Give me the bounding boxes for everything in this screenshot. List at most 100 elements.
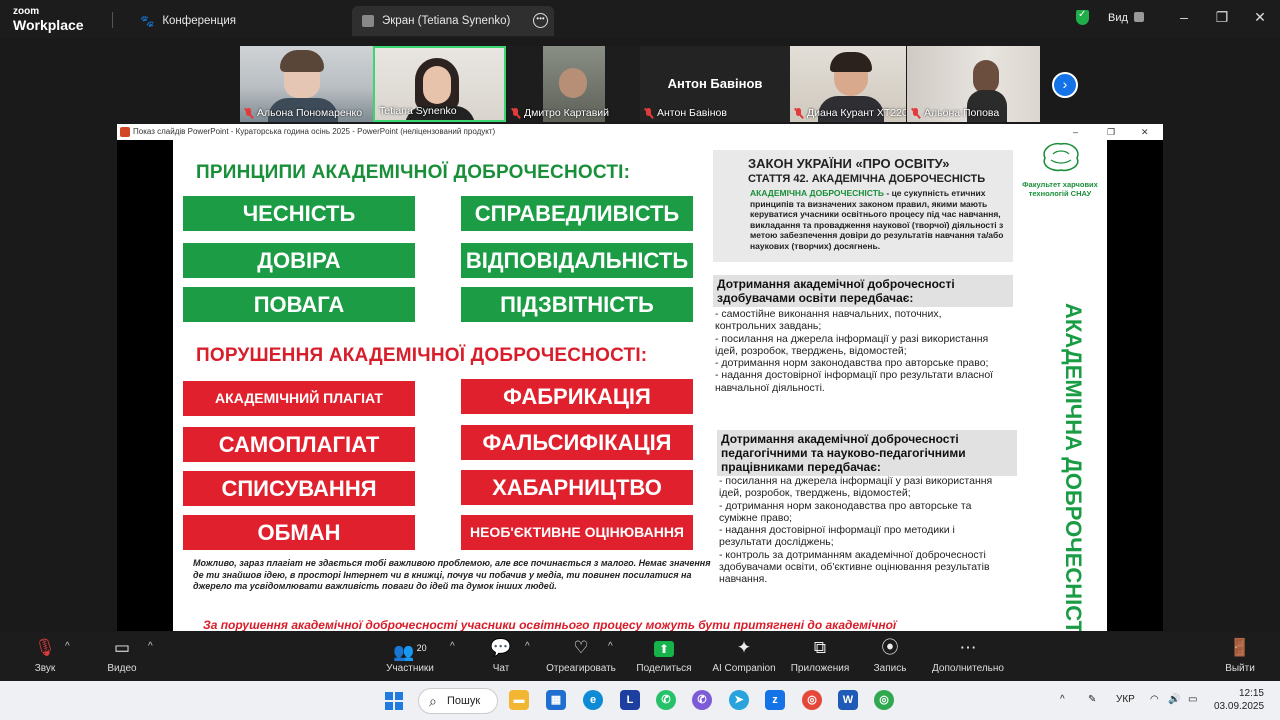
security-shield-icon[interactable] [1076,9,1089,25]
participant-name: Tetiana Synenko [379,105,457,117]
zoom-app-icon[interactable]: z [765,690,785,710]
list-item: - посилання на джерела інформації у разі… [715,332,989,357]
restore-icon[interactable]: ❐ [1107,124,1115,140]
pen-icon[interactable]: ✎ [1088,694,1096,705]
participant-tile-active-speaker[interactable]: Tetiana Synenko [373,46,506,122]
principle-box: ЧЕСНІСТЬ [183,196,415,231]
volume-icon[interactable]: 🔊 [1168,694,1180,705]
slide: ПРИНЦИПИ АКАДЕМІЧНОЇ ДОБРОЧЕСНОСТІ: ЧЕСН… [173,140,1107,631]
principles-title: ПРИНЦИПИ АКАДЕМІЧНОЇ ДОБРОЧЕСНОСТІ: [196,162,631,183]
participant-tile[interactable]: Альона Попова [907,46,1040,122]
mic-muted-icon: 🎙 [34,638,56,657]
law-title: ЗАКОН УКРАЇНИ «ПРО ОСВІТУ» [748,156,950,171]
audio-button[interactable]: 🎙 Звук [28,637,62,674]
participant-name: Диана Курант ХТ2201... [794,107,906,119]
participant-name: Альона Попова [911,107,999,119]
divider [112,12,113,28]
participant-tile[interactable]: Дмитро Картавий [507,46,640,122]
chat-icon: 💬 [490,638,512,657]
violation-box: НЕОБ'ЄКТИВНЕ ОЦІНЮВАННЯ [461,515,693,550]
app-l-icon[interactable]: L [620,690,640,710]
chrome-icon[interactable]: ◎ [802,690,822,710]
wifi-icon[interactable]: ◠ [1150,694,1159,705]
edge-icon[interactable]: e [583,690,603,710]
language-indicator[interactable]: УКР [1116,694,1135,705]
share-button[interactable]: ⬆ Поделиться [634,637,694,674]
taskbar-search[interactable]: Пошук [418,688,498,714]
record-button[interactable]: ⦿ Запись [870,637,910,674]
file-explorer-icon[interactable]: ▬ [509,690,529,710]
violation-box: СПИСУВАННЯ [183,471,415,506]
record-icon: ⦿ [881,638,899,657]
participant-tile[interactable]: Альона Пономаренко [240,46,373,122]
leave-icon: 🚪 [1229,638,1251,657]
chevron-up-icon[interactable]: ^ [148,641,153,652]
slide-note: Можливо, зараз плагіат не здається тобі … [193,558,711,591]
apps-button[interactable]: ⧉ Приложения [788,637,852,674]
chevron-up-icon[interactable]: ^ [450,641,455,652]
violations-title: ПОРУШЕННЯ АКАДЕМІЧНОЇ ДОБРОЧЕСНОСТІ: [196,345,648,366]
video-button[interactable]: ▭ Видео [102,637,142,674]
list-item: - контроль за дотриманням академічної до… [719,548,990,586]
participant-tile[interactable]: Диана Курант ХТ2201... [790,46,906,122]
telegram-icon[interactable]: ➤ [729,690,749,710]
violation-box: АКАДЕМІЧНИЙ ПЛАГІАТ [183,381,415,416]
more-options-icon[interactable]: ••• [533,13,548,28]
whatsapp-icon[interactable]: ✆ [656,690,676,710]
tab-conference[interactable]: 🐾 Конференция [140,6,236,36]
sparkle-icon: ✦ [736,638,752,657]
list-item: - посилання на джерела інформації у разі… [719,475,993,500]
principle-box: ДОВІРА [183,243,415,278]
participant-tile[interactable]: Антон Бавінов Антон Бавінов [640,46,790,122]
participant-name: Дмитро Картавий [511,107,609,119]
tab-screen-share[interactable]: Экран (Tetiana Synenko) ••• [352,6,554,36]
vertical-title: АКАДЕМІЧНА ДОБРОЧЕСНІСТЬ [1061,303,1086,631]
students-heading: Дотримання академічної доброчесності здо… [713,275,1013,307]
clock[interactable]: 12:15 03.09.2025 [1214,687,1264,713]
students-list: - самостійне виконання навчальних, поточ… [715,308,1005,394]
mic-muted-icon [794,107,803,119]
react-button[interactable]: ♡ Отреагировать [545,637,617,674]
staff-list: - посилання на джерела інформації у разі… [719,475,1009,586]
ai-companion-button[interactable]: ✦ AI Companion [710,637,778,674]
next-page-chevron-icon[interactable]: › [1052,72,1078,98]
list-item: - надання достовірної інформації про рез… [715,369,994,394]
windows-start-icon[interactable] [385,692,403,710]
apps-icon: ⧉ [813,638,827,657]
participants-button[interactable]: 👥 20 Участники [380,637,440,674]
violation-box: ОБМАН [183,515,415,550]
battery-icon[interactable]: ▭ [1188,694,1197,705]
slide-footer-text: За порушення академічної доброчесності у… [203,618,897,631]
chevron-up-icon[interactable]: ^ [608,641,613,652]
mic-muted-icon [511,107,520,119]
minimize-icon[interactable]: – [1073,124,1078,140]
list-item: - дотримання норм законодавства про авто… [719,499,972,524]
paw-icon: 🐾 [140,16,155,28]
chat-button[interactable]: 💬 Чат [486,637,516,674]
view-menu-button[interactable]: Вид [1108,12,1144,24]
restore-icon[interactable]: ❐ [1212,9,1232,26]
law-article: СТАТТЯ 42. АКАДЕМІЧНА ДОБРОЧЕСНІСТЬ [748,173,986,185]
chevron-up-icon[interactable]: ^ [525,641,530,652]
video-camera-icon: ▭ [113,638,131,657]
minimize-icon[interactable]: – [1174,9,1194,25]
store-icon[interactable]: ▦ [546,690,566,710]
principle-box: ВІДПОВІДАЛЬНІСТЬ [461,243,693,278]
leave-button[interactable]: 🚪 Выйти [1220,637,1260,674]
viber-icon[interactable]: ✆ [692,690,712,710]
violation-box: ФАЛЬСИФІКАЦІЯ [461,425,693,460]
more-button[interactable]: ⋯ Дополнительно [928,637,1008,674]
participant-name: Альона Пономаренко [244,107,362,119]
violation-box: САМОПЛАГІАТ [183,427,415,462]
meeting-controls: 🎙 Звук ^ ▭ Видео ^ 👥 20 Участники ^ 💬 Чат… [0,633,1280,681]
chevron-up-icon[interactable]: ^ [1060,694,1065,705]
windows-taskbar: Пошук ▬ ▦ e L ✆ ✆ ➤ z ◎ W ◎ ^ ✎ УКР ◠ 🔊 … [0,681,1280,720]
violation-box: ФАБРИКАЦІЯ [461,379,693,414]
chevron-up-icon[interactable]: ^ [65,641,70,652]
participant-name: Антон Бавінов [644,107,727,119]
close-icon[interactable]: ✕ [1250,9,1270,26]
chrome-profile-icon[interactable]: ◎ [874,690,894,710]
principle-box: ПОВАГА [183,287,415,322]
word-icon[interactable]: W [838,690,858,710]
close-icon[interactable]: ✕ [1141,124,1149,140]
